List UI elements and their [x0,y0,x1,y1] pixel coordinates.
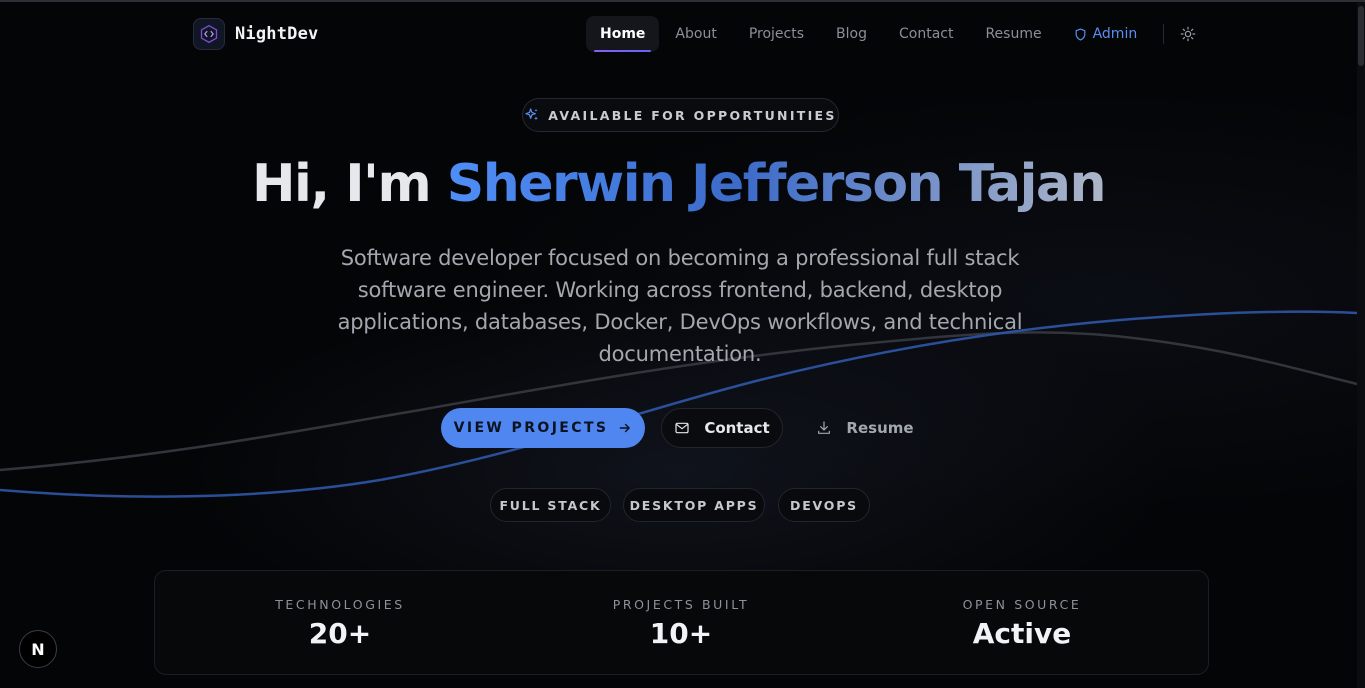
stat-value: 10+ [649,617,713,650]
view-projects-label: VIEW PROJECTS [453,420,609,436]
title-prefix: Hi, I'm [252,154,447,214]
brand-name: NightDev [235,24,319,44]
nav-menu: Home About Projects Blog Contact Resume … [586,16,1200,52]
nav-item-admin[interactable]: Admin [1058,16,1154,52]
availability-badge: AVAILABLE FOR OPPORTUNITIES [522,98,839,132]
active-underline [594,50,652,52]
contact-label: Contact [704,419,770,437]
dev-indicator-button[interactable]: N [19,630,57,668]
mail-icon [675,422,689,434]
sun-icon [1180,26,1196,42]
nav-item-blog[interactable]: Blog [820,16,883,52]
nav-item-contact[interactable]: Contact [883,16,969,52]
skill-tags: FULL STACK DESKTOP APPS DEVOPS [0,488,1365,522]
dev-indicator-label: N [31,639,45,659]
code-hexagon-icon [193,18,225,50]
stats-panel: TECHNOLOGIES 20+ PROJECTS BUILT 10+ OPEN… [154,570,1209,675]
hero-title: Hi, I'm Sherwin Jefferson Tajan [0,154,1357,214]
stat-label: TECHNOLOGIES [275,597,405,612]
stat-technologies: TECHNOLOGIES 20+ [170,571,510,676]
download-icon [818,421,831,434]
stat-label: PROJECTS BUILT [612,597,750,612]
stat-value: Active [972,617,1072,650]
nav-item-about[interactable]: About [659,16,732,52]
hero-actions: VIEW PROJECTS Contact Resume [0,408,1365,448]
contact-button[interactable]: Contact [661,408,783,448]
resume-label: Resume [846,419,914,437]
resume-button[interactable]: Resume [810,408,920,448]
view-projects-button[interactable]: VIEW PROJECTS [441,408,645,448]
tag-devops: DEVOPS [778,488,870,522]
nav-item-projects[interactable]: Projects [733,16,820,52]
hero-description: Software developer focused on becoming a… [337,246,1023,366]
tag-desktop-apps: DESKTOP APPS [623,488,765,522]
brand-link[interactable]: NightDev [193,18,318,50]
arrow-right-icon [620,423,631,433]
title-name: Sherwin Jefferson Tajan [446,154,1107,214]
nav-item-resume[interactable]: Resume [969,16,1057,52]
admin-label: Admin [1092,26,1138,42]
nav-item-home[interactable]: Home [586,16,660,52]
theme-toggle-button[interactable] [1176,22,1200,46]
badge-text: AVAILABLE FOR OPPORTUNITIES [548,107,837,123]
top-navbar: NightDev Home About Projects Blog Contac… [0,0,1357,68]
stat-label: OPEN SOURCE [962,597,1082,612]
scrollbar-thumb[interactable] [1358,6,1364,66]
shield-icon [1075,27,1086,41]
nav-divider [1163,24,1165,44]
page-scrollbar[interactable] [1357,2,1365,688]
tag-full-stack: FULL STACK [490,488,611,522]
stat-value: 20+ [308,617,372,650]
stat-open-source: OPEN SOURCE Active [852,571,1192,676]
nav-item-label: Home [600,26,646,42]
stat-projects-built: PROJECTS BUILT 10+ [511,571,851,676]
sparkles-icon [525,108,539,121]
